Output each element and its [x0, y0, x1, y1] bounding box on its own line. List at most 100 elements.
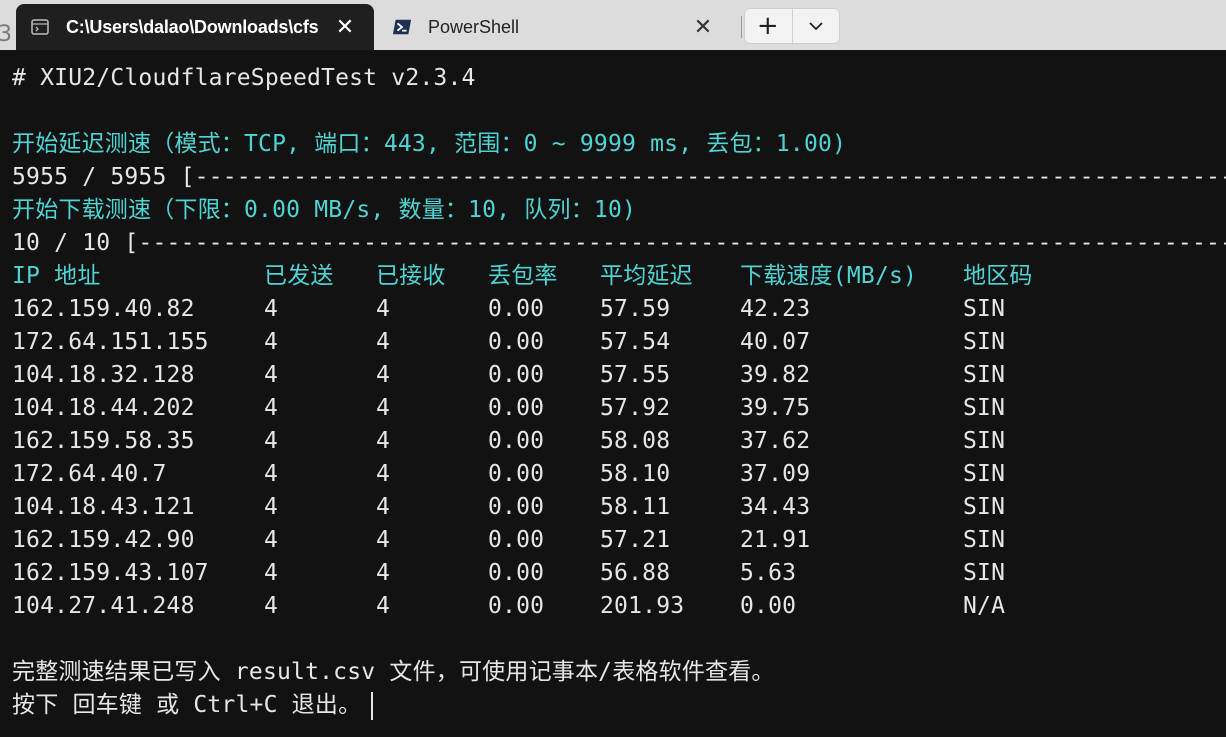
close-icon[interactable]: ✕	[330, 12, 360, 42]
table-row: 104.18.32.128 4 4 0.00 57.55 39.82 SIN	[12, 359, 1212, 392]
cell-loss: 0.00	[488, 593, 545, 619]
text-cursor	[371, 691, 374, 720]
table-row: 162.159.58.35 4 4 0.00 58.08 37.62 SIN	[12, 425, 1212, 458]
cell-received: 4	[376, 296, 391, 322]
table-row: 104.18.43.121 4 4 0.00 58.11 34.43 SIN	[12, 491, 1212, 524]
terminal-output[interactable]: # XIU2/CloudflareSpeedTest v2.3.4 开始延迟测速…	[0, 50, 1226, 737]
cell-sent: 4	[264, 593, 279, 619]
table-row: 162.159.40.82 4 4 0.00 57.59 42.23 SIN	[12, 293, 1212, 326]
cell-region: SIN	[963, 461, 1006, 487]
header-received: 已接收	[376, 263, 446, 289]
cell-latency: 201.93	[600, 593, 685, 619]
cell-region: SIN	[963, 362, 1006, 388]
latency-progress: 5955 / 5955 [---------------------------…	[12, 164, 1226, 190]
cell-received: 4	[376, 428, 391, 454]
cell-speed: 39.82	[740, 362, 811, 388]
header-speed: 下载速度(MB/s)	[740, 263, 918, 289]
cell-region: SIN	[963, 494, 1006, 520]
cell-ip: 104.27.41.248	[12, 593, 195, 619]
cell-latency: 58.08	[600, 428, 671, 454]
cell-loss: 0.00	[488, 329, 545, 355]
cell-received: 4	[376, 461, 391, 487]
table-row: 162.159.42.90 4 4 0.00 57.21 21.91 SIN	[12, 524, 1212, 557]
table-row: 104.27.41.248 4 4 0.00 201.93 0.00 N/A	[12, 590, 1212, 623]
cell-sent: 4	[264, 395, 279, 421]
header-latency: 平均延迟	[600, 263, 693, 289]
cell-latency: 58.10	[600, 461, 671, 487]
terminal-window: 3 C:\Users\dalao\Downloads\cfs ✕ PowerSh…	[0, 0, 1226, 737]
tab-bar: 3 C:\Users\dalao\Downloads\cfs ✕ PowerSh…	[0, 0, 1226, 50]
cell-ip: 162.159.42.90	[12, 527, 195, 553]
tab-powershell[interactable]: PowerShell ✕	[378, 4, 738, 50]
cell-latency: 58.11	[600, 494, 671, 520]
cell-loss: 0.00	[488, 461, 545, 487]
cell-loss: 0.00	[488, 362, 545, 388]
powershell-icon	[392, 17, 412, 37]
cell-loss: 0.00	[488, 428, 545, 454]
cell-speed: 21.91	[740, 527, 811, 553]
download-test-title: 开始下载测速（下限：0.00 MB/s, 数量：10, 队列：10)	[12, 197, 637, 223]
cell-speed: 0.00	[740, 593, 797, 619]
cell-speed: 39.75	[740, 395, 811, 421]
tab-title: PowerShell	[428, 16, 520, 37]
cell-region: SIN	[963, 329, 1006, 355]
footer-exit: 按下 回车键 或 Ctrl+C 退出。	[12, 689, 374, 722]
cell-speed: 5.63	[740, 560, 797, 586]
cell-sent: 4	[264, 329, 279, 355]
cell-latency: 57.59	[600, 296, 671, 322]
cell-region: SIN	[963, 560, 1006, 586]
partial-icon: 3	[0, 22, 12, 47]
latency-test-title: 开始延迟测速（模式：TCP, 端口：443, 范围：0 ~ 9999 ms, 丢…	[12, 131, 847, 157]
cell-region: SIN	[963, 296, 1006, 322]
close-icon[interactable]: ✕	[688, 12, 718, 42]
cell-ip: 172.64.40.7	[12, 461, 167, 487]
tab-cfs[interactable]: C:\Users\dalao\Downloads\cfs ✕	[16, 4, 374, 50]
cell-latency: 57.21	[600, 527, 671, 553]
cell-loss: 0.00	[488, 560, 545, 586]
cell-received: 4	[376, 329, 391, 355]
cell-speed: 37.62	[740, 428, 811, 454]
console-icon	[30, 17, 50, 37]
cell-region: SIN	[963, 527, 1006, 553]
cell-sent: 4	[264, 296, 279, 322]
cell-ip: 104.18.32.128	[12, 362, 195, 388]
chevron-down-icon[interactable]	[793, 8, 841, 44]
cell-received: 4	[376, 362, 391, 388]
table-row: 172.64.151.155 4 4 0.00 57.54 40.07 SIN	[12, 326, 1212, 359]
cell-sent: 4	[264, 362, 279, 388]
cell-speed: 42.23	[740, 296, 811, 322]
exit-prompt: 按下 回车键 或 Ctrl+C 退出。	[12, 692, 362, 718]
cell-ip: 162.159.40.82	[12, 296, 195, 322]
cell-loss: 0.00	[488, 494, 545, 520]
cell-received: 4	[376, 395, 391, 421]
cell-ip: 104.18.43.121	[12, 494, 195, 520]
cell-sent: 4	[264, 494, 279, 520]
cell-ip: 162.159.58.35	[12, 428, 195, 454]
table-row: 104.18.44.202 4 4 0.00 57.92 39.75 SIN	[12, 392, 1212, 425]
cell-sent: 4	[264, 428, 279, 454]
table-row: 172.64.40.7 4 4 0.00 58.10 37.09 SIN	[12, 458, 1212, 491]
cell-loss: 0.00	[488, 296, 545, 322]
cell-loss: 0.00	[488, 395, 545, 421]
cell-sent: 4	[264, 560, 279, 586]
cell-ip: 172.64.151.155	[12, 329, 209, 355]
cell-sent: 4	[264, 461, 279, 487]
cell-latency: 56.88	[600, 560, 671, 586]
table-row: 162.159.43.107 4 4 0.00 56.88 5.63 SIN	[12, 557, 1212, 590]
cell-ip: 162.159.43.107	[12, 560, 209, 586]
cell-speed: 37.09	[740, 461, 811, 487]
cell-region: N/A	[963, 593, 1006, 619]
cell-received: 4	[376, 593, 391, 619]
cell-received: 4	[376, 560, 391, 586]
cell-latency: 57.92	[600, 395, 671, 421]
cell-region: SIN	[963, 395, 1006, 421]
footer-saved: 完整测速结果已写入 result.csv 文件，可使用记事本/表格软件查看。	[12, 659, 775, 685]
new-tab-group: +	[744, 8, 840, 44]
cell-speed: 34.43	[740, 494, 811, 520]
cell-ip: 104.18.44.202	[12, 395, 195, 421]
cell-latency: 57.54	[600, 329, 671, 355]
tab-title: C:\Users\dalao\Downloads\cfs	[66, 16, 319, 37]
download-progress: 10 / 10 [-------------------------------…	[12, 230, 1226, 256]
header-sent: 已发送	[264, 263, 334, 289]
new-tab-button[interactable]: +	[744, 8, 793, 44]
